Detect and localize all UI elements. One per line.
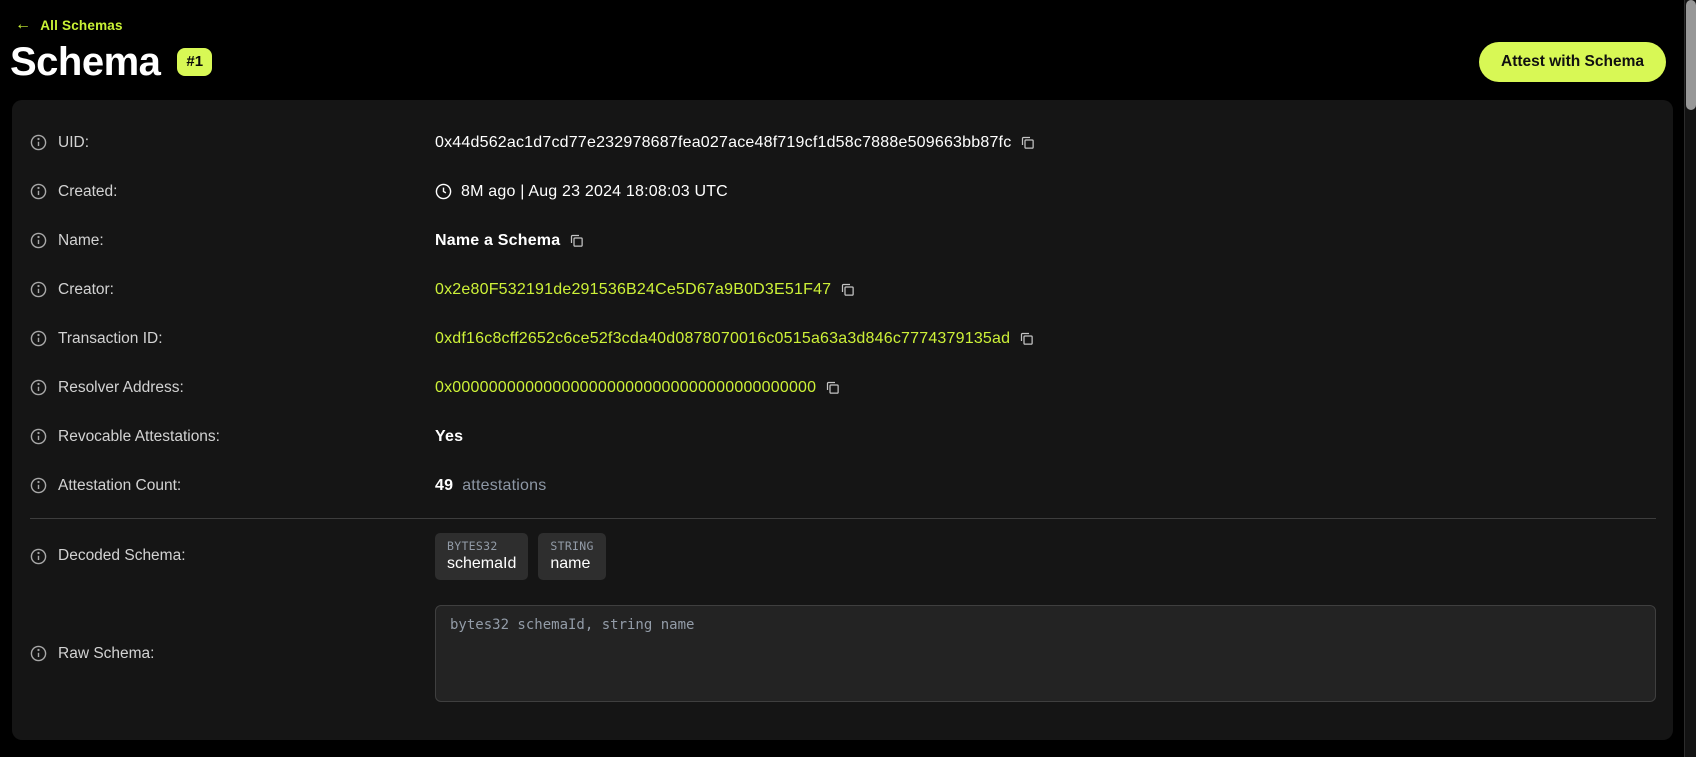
revocable-value-text: Yes — [435, 428, 463, 446]
copy-icon[interactable] — [569, 233, 584, 248]
attestation-count-number: 49 — [435, 477, 453, 495]
attestation-count-label: Attestation Count: — [30, 477, 435, 495]
revocable-attestations-label: Revocable Attestations: — [30, 428, 435, 446]
creator-label: Creator: — [30, 281, 435, 299]
back-arrow-icon: ← — [15, 17, 31, 33]
copy-icon[interactable] — [840, 282, 855, 297]
decoded-schema-label-text: Decoded Schema: — [58, 547, 186, 565]
revocable-attestations-label-text: Revocable Attestations: — [58, 428, 220, 446]
detail-row-name: Name: Name a Schema — [12, 216, 1673, 265]
info-icon — [30, 330, 47, 347]
title-row: Schema #1 Attest with Schema — [10, 38, 1666, 86]
created-value: 8M ago | Aug 23 2024 18:08:03 UTC — [435, 183, 728, 201]
raw-schema-label-text: Raw Schema: — [58, 645, 154, 663]
field-type: STRING — [550, 539, 593, 553]
scrollbar-track[interactable] — [1684, 0, 1696, 757]
detail-row-raw-schema: Raw Schema: bytes32 schemaId, string nam… — [12, 593, 1673, 714]
clock-icon — [435, 183, 452, 200]
detail-row-creator: Creator: 0x2e80F532191de291536B24Ce5D67a… — [12, 265, 1673, 314]
schema-details-card: UID: 0x44d562ac1d7cd77e232978687fea027ac… — [12, 100, 1673, 740]
resolver-address-link[interactable]: 0x00000000000000000000000000000000000000… — [435, 379, 816, 397]
name-value-text: Name a Schema — [435, 232, 560, 250]
resolver-address-label-text: Resolver Address: — [58, 379, 184, 397]
attestations-link[interactable]: attestations — [462, 477, 546, 495]
scrollbar-thumb[interactable] — [1686, 0, 1696, 110]
transaction-id-value: 0xdf16c8cff2652c6ce52f3cda40d0878070016c… — [435, 330, 1034, 348]
copy-icon[interactable] — [1019, 331, 1034, 346]
transaction-id-label-text: Transaction ID: — [58, 330, 163, 348]
back-link-label: All Schemas — [40, 18, 123, 33]
info-icon — [30, 428, 47, 445]
creator-label-text: Creator: — [58, 281, 114, 299]
info-icon — [30, 281, 47, 298]
raw-schema-label: Raw Schema: — [30, 645, 435, 663]
schema-field-chip: STRING name — [538, 533, 605, 580]
back-to-all-schemas-link[interactable]: ← All Schemas — [15, 17, 123, 33]
detail-row-attestation-count: Attestation Count: 49 attestations — [12, 461, 1673, 510]
name-label: Name: — [30, 232, 435, 250]
uid-value-text: 0x44d562ac1d7cd77e232978687fea027ace48f7… — [435, 134, 1011, 152]
info-icon — [30, 183, 47, 200]
uid-label: UID: — [30, 134, 435, 152]
attestation-count-value: 49 attestations — [435, 477, 546, 495]
revocable-attestations-value: Yes — [435, 428, 463, 446]
schema-number-badge: #1 — [177, 48, 212, 76]
creator-value: 0x2e80F532191de291536B24Ce5D67a9B0D3E51F… — [435, 281, 855, 299]
resolver-address-value: 0x00000000000000000000000000000000000000… — [435, 379, 840, 397]
resolver-address-label: Resolver Address: — [30, 379, 435, 397]
creator-address-link[interactable]: 0x2e80F532191de291536B24Ce5D67a9B0D3E51F… — [435, 281, 831, 299]
field-name: name — [550, 555, 593, 573]
detail-row-resolver-address: Resolver Address: 0x00000000000000000000… — [12, 363, 1673, 412]
copy-icon[interactable] — [825, 380, 840, 395]
info-icon — [30, 477, 47, 494]
detail-row-revocable-attestations: Revocable Attestations: Yes — [12, 412, 1673, 461]
field-type: BYTES32 — [447, 539, 516, 553]
detail-row-decoded-schema: Decoded Schema: BYTES32 schemaId STRING … — [12, 519, 1673, 593]
page-title: Schema — [10, 40, 160, 85]
raw-schema-text: bytes32 schemaId, string name — [450, 617, 694, 633]
raw-schema-box[interactable]: bytes32 schemaId, string name — [435, 605, 1656, 702]
detail-row-transaction-id: Transaction ID: 0xdf16c8cff2652c6ce52f3c… — [12, 314, 1673, 363]
copy-icon[interactable] — [1020, 135, 1035, 150]
attest-with-schema-button[interactable]: Attest with Schema — [1479, 42, 1666, 82]
detail-row-created: Created: 8M ago | Aug 23 2024 18:08:03 U… — [12, 167, 1673, 216]
uid-label-text: UID: — [58, 134, 89, 152]
name-value: Name a Schema — [435, 232, 584, 250]
decoded-schema-label: Decoded Schema: — [30, 547, 435, 565]
name-label-text: Name: — [58, 232, 104, 250]
detail-row-uid: UID: 0x44d562ac1d7cd77e232978687fea027ac… — [12, 118, 1673, 167]
transaction-id-link[interactable]: 0xdf16c8cff2652c6ce52f3cda40d0878070016c… — [435, 330, 1010, 348]
info-icon — [30, 548, 47, 565]
field-name: schemaId — [447, 555, 516, 573]
transaction-id-label: Transaction ID: — [30, 330, 435, 348]
decoded-schema-fields: BYTES32 schemaId STRING name — [435, 533, 606, 580]
info-icon — [30, 645, 47, 662]
created-label: Created: — [30, 183, 435, 201]
attestation-count-label-text: Attestation Count: — [58, 477, 181, 495]
uid-value: 0x44d562ac1d7cd77e232978687fea027ace48f7… — [435, 134, 1035, 152]
created-label-text: Created: — [58, 183, 117, 201]
created-value-text: 8M ago | Aug 23 2024 18:08:03 UTC — [461, 183, 728, 201]
info-icon — [30, 379, 47, 396]
schema-field-chip: BYTES32 schemaId — [435, 533, 528, 580]
info-icon — [30, 232, 47, 249]
info-icon — [30, 134, 47, 151]
